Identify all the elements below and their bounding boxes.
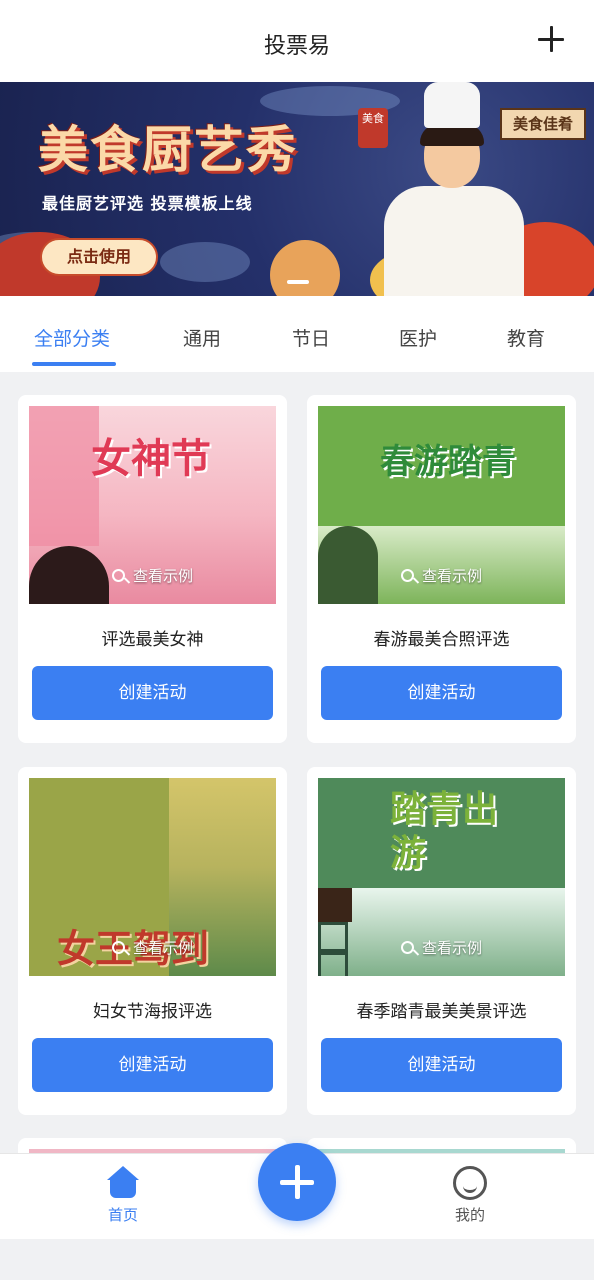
home-icon (105, 1166, 141, 1198)
template-thumbnail[interactable]: 踏青出游 查看示例 (318, 778, 565, 976)
tab-medical[interactable]: 医护 (399, 324, 437, 351)
search-icon (400, 569, 414, 582)
create-activity-button[interactable]: 创建活动 (321, 666, 562, 720)
view-example-link[interactable]: 查看示例 (422, 567, 482, 585)
template-card[interactable]: 春游踏青 查看示例 春游最美合照评选 创建活动 (307, 395, 576, 743)
tab-home-label: 首页 (107, 1206, 138, 1224)
app-title: 投票易 (263, 34, 330, 59)
banner-seal: 美食 (358, 108, 388, 148)
banner-headline: 美食厨艺秀 (38, 121, 298, 179)
template-thumbnail[interactable]: 春游踏青 查看示例 (318, 406, 565, 604)
template-name: 春季踏青最美美景评选 (356, 1002, 527, 1022)
banner-sign: 美食佳肴 (500, 108, 586, 140)
active-tab-indicator (32, 362, 116, 366)
template-card[interactable]: 踏青出游 查看示例 春季踏青最美美景评选 创建活动 (307, 767, 576, 1115)
search-icon (400, 941, 414, 954)
template-card[interactable]: 女王驾到 查看示例 妇女节海报评选 创建活动 (18, 767, 287, 1115)
view-example-link[interactable]: 查看示例 (422, 939, 482, 957)
search-icon (111, 941, 125, 954)
chef-illustration (384, 186, 524, 296)
plus-icon[interactable] (538, 26, 564, 52)
template-thumbnail[interactable]: 女王驾到 查看示例 (29, 778, 276, 976)
poster-title: 春游踏青 (380, 442, 516, 482)
banner-subtitle: 最佳厨艺评选 投票模板上线 (42, 194, 253, 213)
template-name: 评选最美女神 (101, 630, 204, 650)
template-name: 妇女节海报评选 (93, 1002, 212, 1022)
view-example-link[interactable]: 查看示例 (133, 939, 193, 957)
template-thumbnail[interactable]: 女神节 查看示例 (29, 406, 276, 604)
tab-holiday[interactable]: 节日 (292, 324, 330, 351)
banner-cta-button[interactable]: 点击使用 (40, 238, 158, 276)
poster-title: 踏青出游 (390, 789, 499, 874)
create-activity-button[interactable]: 创建活动 (32, 1038, 273, 1092)
poster-title: 女神节 (91, 436, 211, 482)
tab-education[interactable]: 教育 (507, 324, 545, 351)
create-fab-button[interactable] (258, 1143, 336, 1221)
tab-all[interactable]: 全部分类 (34, 324, 110, 351)
tab-general[interactable]: 通用 (183, 324, 221, 351)
top-bar: 投票易 (0, 0, 594, 82)
category-tabs: 全部分类 通用 节日 医护 教育 (0, 296, 594, 372)
view-example-link[interactable]: 查看示例 (133, 567, 193, 585)
search-icon (111, 569, 125, 582)
tab-me[interactable]: 我的 (430, 1166, 510, 1225)
create-activity-button[interactable]: 创建活动 (321, 1038, 562, 1092)
template-card[interactable]: 女神节 查看示例 评选最美女神 创建活动 (18, 395, 287, 743)
chef-hat-icon (424, 82, 480, 128)
create-activity-button[interactable]: 创建活动 (32, 666, 273, 720)
promo-banner[interactable]: 美食厨艺秀 美食 美食佳肴 最佳厨艺评选 投票模板上线 点击使用 (0, 82, 594, 296)
smiley-icon (453, 1166, 487, 1200)
tab-home[interactable]: 首页 (83, 1166, 163, 1225)
template-name: 春游最美合照评选 (373, 630, 510, 650)
tab-me-label: 我的 (454, 1206, 485, 1224)
banner-pager-indicator (287, 280, 309, 284)
